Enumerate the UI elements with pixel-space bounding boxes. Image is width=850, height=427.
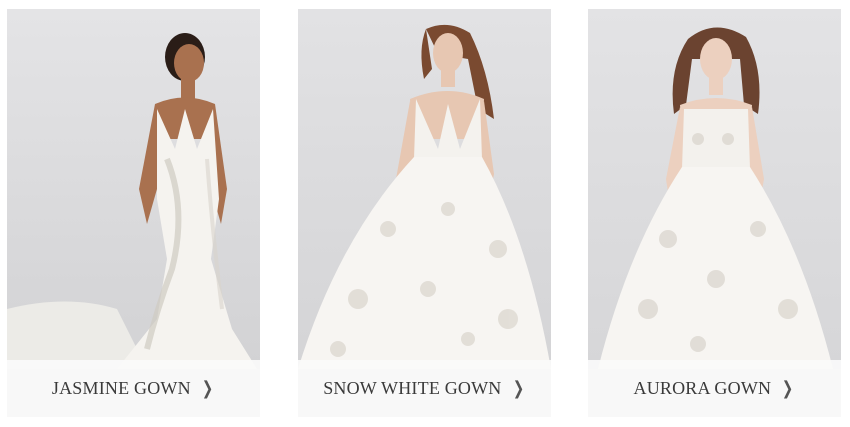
gown-card-snow-white[interactable]: SNOW WHITE GOWN ❯	[298, 9, 551, 417]
gown-photo	[7, 9, 260, 369]
gown-label-bar[interactable]: AURORA GOWN ❯	[588, 360, 841, 417]
gown-card-jasmine[interactable]: JASMINE GOWN ❯	[7, 9, 260, 417]
gown-gallery: JASMINE GOWN ❯ SNOW WHITE GOWN ❯ AURORA …	[0, 0, 850, 427]
gown-name: AURORA GOWN	[633, 378, 772, 398]
chevron-right-icon: ❯	[201, 378, 214, 399]
chevron-right-icon: ❯	[782, 378, 794, 399]
chevron-right-icon: ❯	[512, 378, 524, 399]
gown-label-bar[interactable]: JASMINE GOWN ❯	[7, 360, 260, 417]
gown-card-aurora[interactable]: AURORA GOWN ❯	[588, 9, 841, 417]
gown-name: SNOW WHITE GOWN	[323, 378, 502, 398]
gown-label-bar[interactable]: SNOW WHITE GOWN ❯	[298, 360, 551, 417]
gown-name: JASMINE GOWN	[51, 378, 191, 398]
gown-photo	[588, 9, 841, 369]
gown-photo	[298, 9, 551, 369]
